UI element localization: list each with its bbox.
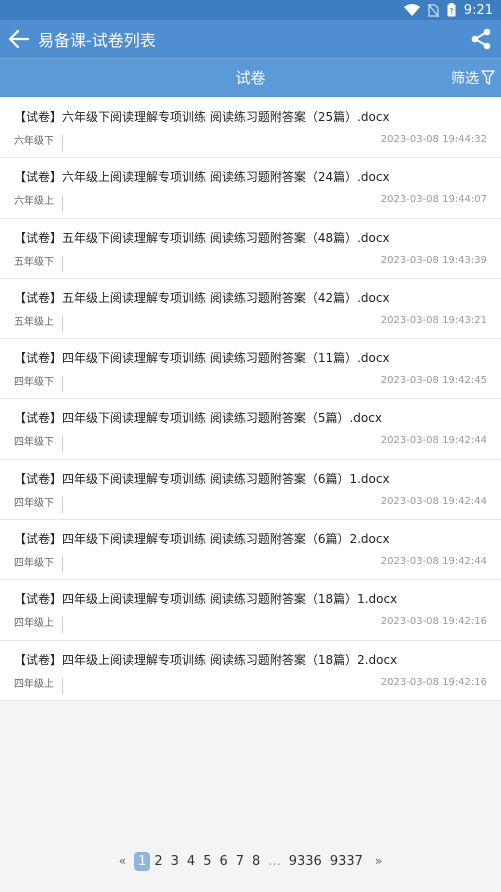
page-button[interactable]: 7 (232, 854, 248, 869)
list-item[interactable]: 【试卷】四年级下阅读理解专项训练 阅读练习题附答案（6篇）1.docx 四年级下… (0, 460, 501, 521)
item-grade-tag: 四年级下 (14, 557, 63, 574)
no-sim-icon (427, 3, 439, 17)
page-button[interactable]: 9336 (285, 854, 326, 869)
list-item[interactable]: 【试卷】四年级下阅读理解专项训练 阅读练习题附答案（5篇）.docx 四年级下 … (0, 399, 501, 460)
page-button[interactable]: 2 (150, 854, 166, 869)
item-time: 2023-03-08 19:44:32 (380, 134, 487, 145)
list-item[interactable]: 【试卷】四年级下阅读理解专项训练 阅读练习题附答案（11篇）.docx 四年级下… (0, 339, 501, 400)
pagination: « 1 2 3 4 5 6 7 8 ... 9336 9337 » (0, 850, 501, 872)
list-item[interactable]: 【试卷】六年级下阅读理解专项训练 阅读练习题附答案（25篇）.docx 六年级下… (0, 98, 501, 159)
share-icon (471, 28, 491, 50)
item-title: 【试卷】四年级下阅读理解专项训练 阅读练习题附答案（5篇）.docx (14, 411, 382, 426)
item-time: 2023-03-08 19:42:16 (380, 616, 487, 628)
item-time: 2023-03-08 19:43:39 (380, 254, 487, 266)
wifi-icon (403, 4, 420, 16)
page-button[interactable]: 8 (248, 854, 264, 869)
page-ellipsis: ... (268, 853, 281, 869)
item-grade-tag: 五年级下 (14, 255, 63, 272)
item-title: 【试卷】四年级下阅读理解专项训练 阅读练习题附答案（6篇）1.docx (14, 471, 390, 486)
back-button[interactable] (2, 20, 36, 58)
item-title: 【试卷】四年级下阅读理解专项训练 阅读练习题附答案（6篇）2.docx (14, 532, 390, 547)
item-title: 【试卷】四年级上阅读理解专项训练 阅读练习题附答案（18篇）2.docx (14, 652, 398, 667)
item-time: 2023-03-08 19:42:44 (380, 556, 487, 568)
page-button[interactable]: 3 (167, 854, 183, 869)
list-item[interactable]: 【试卷】四年级下阅读理解专项训练 阅读练习题附答案（6篇）2.docx 四年级下… (0, 520, 501, 581)
item-grade-tag: 四年级上 (14, 617, 63, 634)
list-item[interactable]: 【试卷】四年级上阅读理解专项训练 阅读练习题附答案（18篇）1.docx 四年级… (0, 580, 501, 641)
battery-icon: ? (447, 3, 456, 17)
tab-exam[interactable]: 试卷 (0, 59, 501, 98)
item-grade-tag: 四年级下 (14, 436, 63, 453)
exam-list: 【试卷】六年级下阅读理解专项训练 阅读练习题附答案（25篇）.docx 六年级下… (0, 98, 501, 701)
status-time: 9:21 (463, 2, 493, 18)
item-title: 【试卷】六年级下阅读理解专项训练 阅读练习题附答案（25篇）.docx (14, 110, 390, 124)
share-button[interactable] (471, 28, 493, 50)
next-page-button[interactable]: » (367, 854, 390, 868)
list-item[interactable]: 【试卷】六年级上阅读理解专项训练 阅读练习题附答案（24篇）.docx 六年级上… (0, 158, 501, 219)
back-arrow-icon (9, 30, 29, 48)
item-title: 【试卷】四年级下阅读理解专项训练 阅读练习题附答案（11篇）.docx (14, 351, 390, 366)
item-time: 2023-03-08 19:43:21 (380, 314, 487, 326)
status-bar: ? 9:21 (0, 0, 501, 20)
list-item[interactable]: 【试卷】五年级上阅读理解专项训练 阅读练习题附答案（42篇）.docx 五年级上… (0, 279, 501, 340)
item-grade-tag: 六年级下 (14, 135, 63, 151)
page-button-current[interactable]: 1 (134, 851, 151, 871)
page-button[interactable]: 5 (199, 854, 215, 869)
item-title: 【试卷】四年级上阅读理解专项训练 阅读练习题附答案（18篇）1.docx (14, 592, 398, 607)
item-grade-tag: 四年级下 (14, 496, 63, 513)
item-title: 【试卷】六年级上阅读理解专项训练 阅读练习题附答案（24篇）.docx (14, 170, 390, 185)
prev-page-button[interactable]: « (111, 854, 134, 868)
item-title: 【试卷】五年级下阅读理解专项训练 阅读练习题附答案（48篇）.docx (14, 230, 390, 245)
list-item[interactable]: 【试卷】五年级下阅读理解专项训练 阅读练习题附答案（48篇）.docx 五年级下… (0, 219, 501, 279)
page-title: 易备课-试卷列表 (38, 31, 156, 50)
item-time: 2023-03-08 19:42:44 (380, 495, 487, 507)
item-grade-tag: 六年级上 (14, 195, 63, 212)
page-button[interactable]: 4 (183, 854, 199, 869)
item-grade-tag: 五年级上 (14, 315, 63, 332)
item-time: 2023-03-08 19:42:44 (380, 435, 487, 447)
page-button[interactable]: 9337 (326, 854, 367, 869)
filter-label: 筛选 (451, 71, 479, 87)
item-title: 【试卷】五年级上阅读理解专项训练 阅读练习题附答案（42篇）.docx (14, 290, 390, 305)
tab-bar: 试卷 筛选 (0, 58, 501, 97)
item-grade-tag: 四年级下 (14, 376, 63, 393)
item-grade-tag: 四年级上 (14, 677, 63, 694)
item-time: 2023-03-08 19:42:45 (380, 375, 487, 387)
filter-icon (481, 70, 495, 85)
item-time: 2023-03-08 19:44:07 (380, 194, 487, 206)
app-bar: 易备课-试卷列表 (0, 20, 501, 58)
page-button[interactable]: 6 (215, 854, 231, 869)
svg-text:?: ? (449, 7, 453, 16)
list-item[interactable]: 【试卷】四年级上阅读理解专项训练 阅读练习题附答案（18篇）2.docx 四年级… (0, 641, 501, 701)
filter-button[interactable]: 筛选 (451, 68, 495, 88)
item-time: 2023-03-08 19:42:16 (380, 676, 487, 688)
